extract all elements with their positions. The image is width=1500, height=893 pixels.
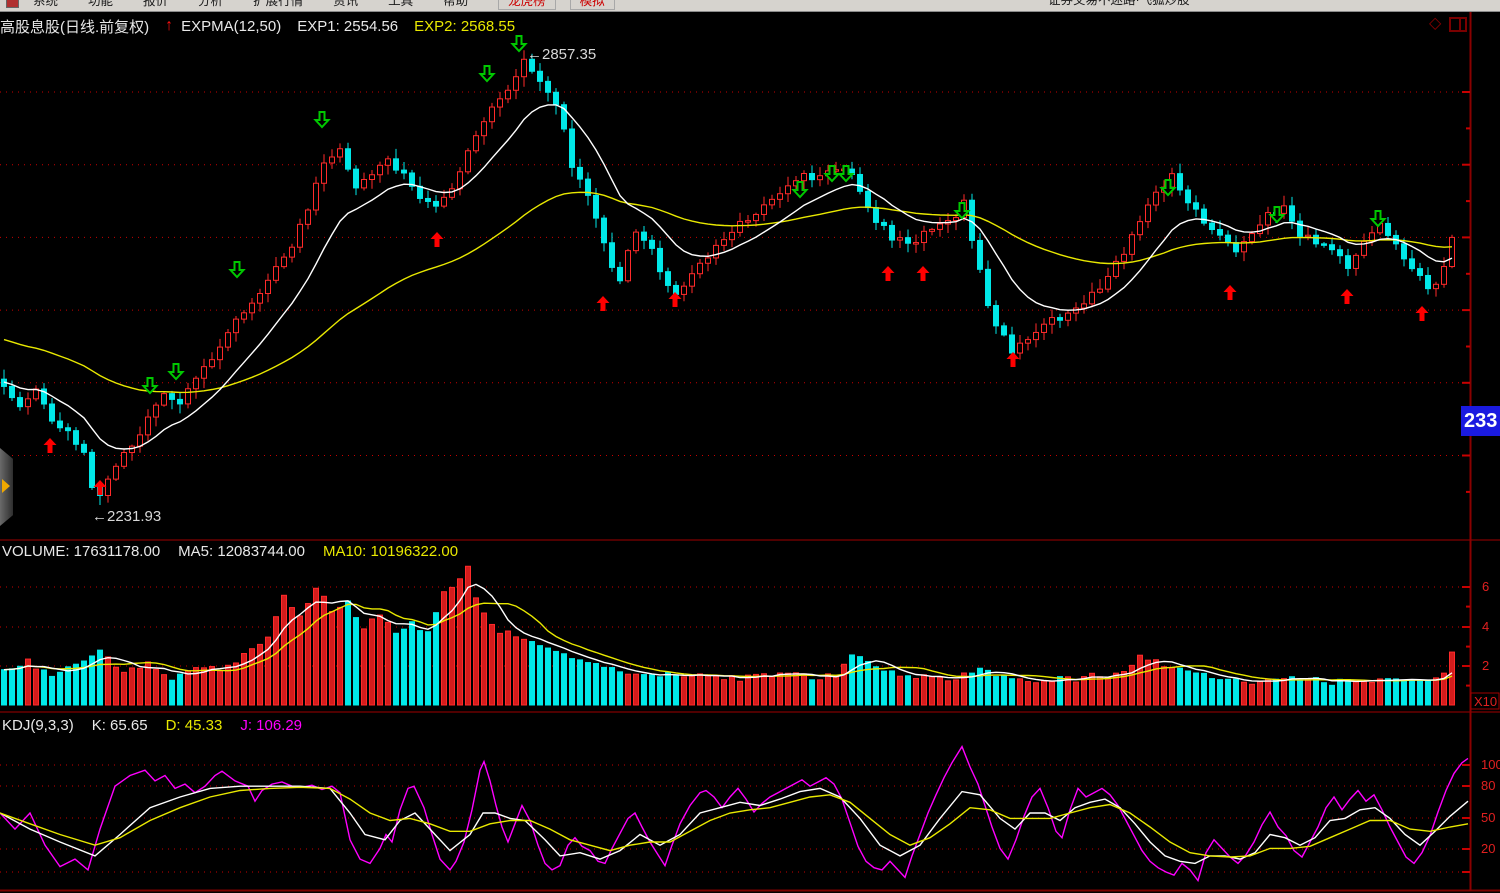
buy-arrow-icon [597,296,610,311]
sell-arrow-icon [231,262,244,277]
volume-ma10-value: MA10: 10196322.00 [323,543,458,560]
sell-arrow-icon [481,66,494,81]
sell-arrow-icon [513,36,526,51]
axes-layer [0,12,1500,891]
buy-arrow-icon [917,266,930,281]
kdj-axis-label: 20 [1481,841,1495,856]
sell-arrow-icon [316,112,329,127]
sell-arrow-icon [826,166,839,181]
buy-arrow-icon [1007,352,1020,367]
last-price-tag: 233 [1461,406,1500,436]
volume-ma5-value: MA5: 12083744.00 [178,543,305,560]
trade-signals-layer [44,36,1429,495]
kdj-d-value: D: 45.33 [166,717,223,734]
kdj-lines-layer [0,747,1468,881]
kdj-line-j [0,747,1468,881]
expma-lines-layer [4,105,1452,449]
buy-arrow-icon [1341,289,1354,304]
buy-arrow-icon [1224,285,1237,300]
volume-ma-lines-layer [4,584,1452,681]
volume-unit-label: X10 [1474,694,1497,709]
chart-canvas[interactable] [0,0,1500,893]
kdj-k-value: K: 65.65 [92,717,148,734]
sidebar-expand-handle[interactable] [0,448,13,526]
expand-arrow-icon [2,479,10,493]
trading-app-window: 系统功能报价分析扩展行情资讯工具帮助龙虎榜模拟 证券交易不迷路·飞狐炒股 高股息… [0,0,1500,893]
kdj-axis-label: 100 [1481,757,1500,772]
candles-layer [2,50,1455,505]
gridlines-layer [0,92,1470,872]
kdj-indicator-row: KDJ(9,3,3) K: 65.65 D: 45.33 J: 106.29 [2,717,320,734]
buy-arrow-icon [1416,306,1429,321]
sell-arrow-icon [840,166,853,181]
kdj-label[interactable]: KDJ(9,3,3) [2,717,74,734]
high-price-annotation: ←2857.35 [527,46,596,63]
buy-arrow-icon [882,266,895,281]
buy-arrow-icon [44,438,57,453]
kdj-j-value: J: 106.29 [240,717,302,734]
volume-value[interactable]: VOLUME: 17631178.00 [2,543,160,560]
kdj-axis-label: 50 [1481,810,1495,825]
volume-indicator-row: VOLUME: 17631178.00 MA5: 12083744.00 MA1… [2,543,476,560]
volume-axis-label: 4 [1482,619,1489,634]
buy-arrow-icon [669,292,682,307]
kdj-line-d [0,787,1468,857]
low-price-annotation: ←2231.93 [92,508,161,525]
volume-axis-label: 6 [1482,579,1489,594]
buy-arrow-icon [94,480,107,495]
sell-arrow-icon [170,364,183,379]
buy-arrow-icon [431,232,444,247]
kdj-axis-label: 80 [1481,778,1495,793]
volume-axis-label: 2 [1482,658,1489,673]
